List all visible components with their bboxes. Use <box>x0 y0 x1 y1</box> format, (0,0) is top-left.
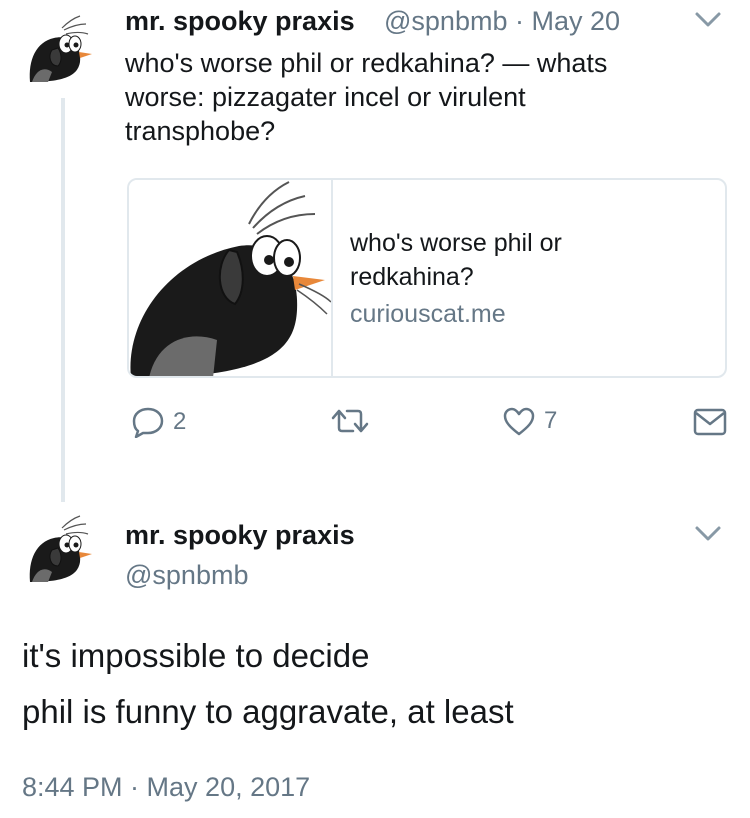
tweet-text: who's worse phil or redkahina? — whats w… <box>125 46 725 148</box>
card-title[interactable]: who's worse phil or redkahina? <box>350 226 710 294</box>
display-name[interactable]: mr. spooky praxis <box>125 520 355 551</box>
tweet-text: it's impossible to decide phil is funny … <box>22 628 732 740</box>
card-image <box>129 180 333 376</box>
chevron-down-icon[interactable] <box>694 524 722 544</box>
handle[interactable]: @spnbmb <box>125 560 248 591</box>
avatar[interactable] <box>22 512 98 588</box>
like-action[interactable]: 7 <box>502 406 557 436</box>
tweet-text-line: worse: pizzagater incel or virulent <box>125 82 526 112</box>
timestamp[interactable]: 8:44 PM · May 20, 2017 <box>22 772 310 803</box>
like-count: 7 <box>544 407 558 434</box>
chevron-down-icon[interactable] <box>694 10 722 30</box>
card-title-line: who's worse phil or <box>350 229 562 257</box>
reply-action[interactable]: 2 <box>131 406 186 438</box>
tweet-text-line: who's worse phil or redkahina? — whats <box>125 48 608 78</box>
thread-line <box>61 98 65 502</box>
retweet-icon <box>331 409 369 433</box>
avatar[interactable] <box>22 12 98 88</box>
reply-icon <box>132 407 164 438</box>
tweet-text-line: it's impossible to decide <box>22 637 370 674</box>
card-title-line: redkahina? <box>350 263 474 291</box>
handle-and-date[interactable]: @spnbmb · May 20 <box>384 6 620 37</box>
card-domain: curiouscat.me <box>350 300 506 328</box>
reply-count: 2 <box>173 408 187 435</box>
retweet-action[interactable] <box>331 406 369 436</box>
like-icon <box>503 407 535 436</box>
tweet-text-line: transphobe? <box>125 116 276 146</box>
dm-action[interactable] <box>693 408 727 436</box>
tweet-text-line: phil is funny to aggravate, at least <box>22 693 514 730</box>
display-name[interactable]: mr. spooky praxis <box>125 6 355 37</box>
dm-icon <box>693 408 727 436</box>
link-card[interactable]: who's worse phil or redkahina? curiousca… <box>127 178 727 378</box>
